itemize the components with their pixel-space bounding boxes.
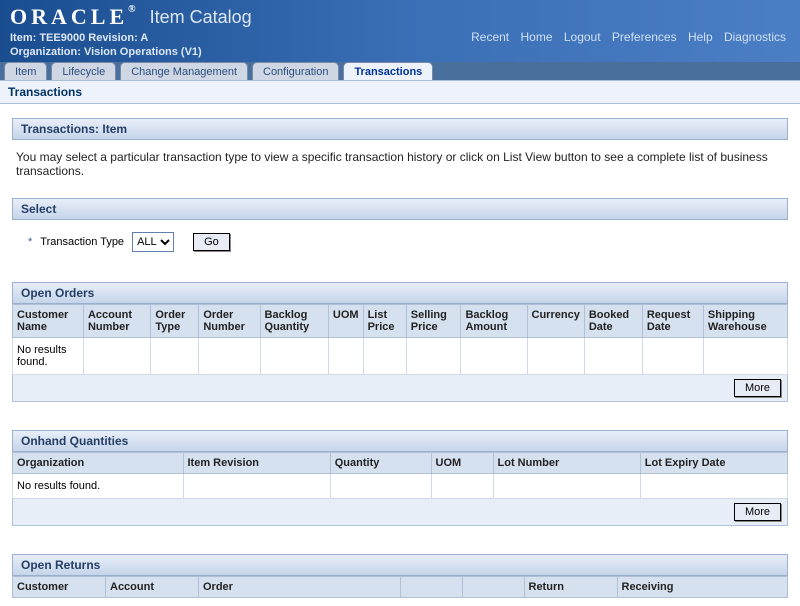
link-preferences[interactable]: Preferences (612, 30, 677, 44)
col-shipping-warehouse: Shipping Warehouse (703, 305, 787, 338)
no-results-cell: No results found. (13, 474, 184, 499)
app-title: Item Catalog (150, 7, 252, 28)
app-header: ORACLE® Item Catalog Item: TEE9000 Revis… (0, 0, 800, 62)
tab-item[interactable]: Item (4, 62, 47, 80)
brand-logo: ORACLE® (10, 4, 136, 30)
open-orders-footer: More (12, 375, 788, 402)
col-booked-date: Booked Date (584, 305, 642, 338)
tab-transactions[interactable]: Transactions (343, 62, 433, 80)
onhand-title: Onhand Quantities (12, 430, 788, 452)
breadcrumb: Transactions (0, 81, 800, 103)
page-title-bar: Transactions: Item (12, 118, 788, 140)
col-list-price: List Price (363, 305, 406, 338)
table-row: No results found. (13, 474, 788, 499)
description-text: You may select a particular transaction … (12, 140, 788, 192)
table-header-row: Customer Name Account Number Order Type … (13, 305, 788, 338)
col-currency: Currency (527, 305, 584, 338)
open-orders-table: Customer Name Account Number Order Type … (12, 304, 788, 375)
more-button-open-orders[interactable]: More (734, 379, 781, 397)
tab-bar: Item Lifecycle Change Management Configu… (0, 62, 800, 80)
col-order-number: Order Number (199, 305, 260, 338)
page-title: Transactions: Item (21, 122, 127, 136)
table-row: No results found. (13, 338, 788, 375)
col-uom: UOM (431, 453, 493, 474)
onhand-footer: More (12, 499, 788, 526)
select-form-row: * Transaction Type ALL Go (12, 220, 788, 276)
transaction-type-select[interactable]: ALL (132, 232, 174, 252)
col-order: Order (199, 577, 401, 598)
col-uom: UOM (328, 305, 363, 338)
col-customer: Customer (13, 577, 106, 598)
col-lot-expiry: Lot Expiry Date (640, 453, 787, 474)
tab-lifecycle[interactable]: Lifecycle (51, 62, 116, 80)
col-order-type: Order Type (151, 305, 199, 338)
col-selling-price: Selling Price (406, 305, 461, 338)
col-quantity: Quantity (330, 453, 431, 474)
col-item-revision: Item Revision (183, 453, 330, 474)
onhand-table: Organization Item Revision Quantity UOM … (12, 452, 788, 499)
col-account: Account (106, 577, 199, 598)
link-diagnostics[interactable]: Diagnostics (724, 30, 786, 44)
open-returns-title: Open Returns (12, 554, 788, 576)
open-returns-table: Customer Account Order Return Receiving (12, 576, 788, 598)
tab-change-management[interactable]: Change Management (120, 62, 248, 80)
table-header-row: Organization Item Revision Quantity UOM … (13, 453, 788, 474)
global-links: Recent Home Logout Preferences Help Diag… (467, 30, 790, 44)
col-organization: Organization (13, 453, 184, 474)
no-results-cell: No results found. (13, 338, 84, 375)
col-backlog-qty: Backlog Quantity (260, 305, 328, 338)
link-recent[interactable]: Recent (471, 30, 509, 44)
col-lot-number: Lot Number (493, 453, 640, 474)
select-section-title: Select (12, 198, 788, 220)
col-return: Return (524, 577, 617, 598)
col-backlog-amount: Backlog Amount (461, 305, 527, 338)
more-button-onhand[interactable]: More (734, 503, 781, 521)
required-indicator: * (28, 236, 32, 248)
link-help[interactable]: Help (688, 30, 713, 44)
go-button[interactable]: Go (193, 233, 230, 251)
item-info-line2: Organization: Vision Operations (V1) (10, 46, 790, 58)
col-request-date: Request Date (642, 305, 703, 338)
col-account-number: Account Number (83, 305, 150, 338)
open-orders-title: Open Orders (12, 282, 788, 304)
tab-configuration[interactable]: Configuration (252, 62, 339, 80)
link-logout[interactable]: Logout (564, 30, 601, 44)
link-home[interactable]: Home (520, 30, 552, 44)
table-header-row: Customer Account Order Return Receiving (13, 577, 788, 598)
transaction-type-label: Transaction Type (40, 236, 124, 248)
col-customer-name: Customer Name (13, 305, 84, 338)
col-receiving: Receiving (617, 577, 788, 598)
